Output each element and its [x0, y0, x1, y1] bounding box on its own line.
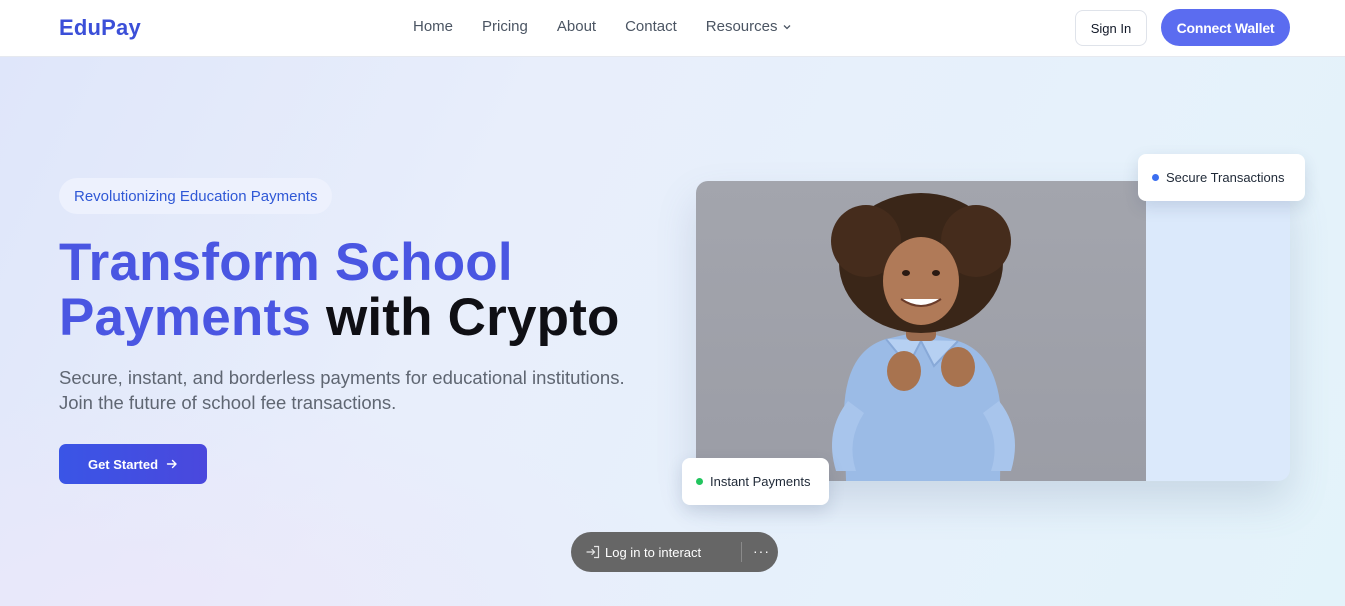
hero-section: Revolutionizing Education Payments Trans…: [0, 57, 1345, 606]
sign-in-button[interactable]: Sign In: [1075, 10, 1147, 46]
login-bar-label: Log in to interact: [605, 544, 702, 560]
secure-transactions-badge: Secure Transactions: [1138, 154, 1305, 201]
nav-link-home[interactable]: Home: [413, 18, 453, 35]
status-dot-icon: [1152, 174, 1159, 181]
hero-headline: Transform School Payments with Crypto: [59, 235, 699, 345]
hero-tag-pill: Revolutionizing Education Payments: [59, 178, 333, 214]
student-illustration: [831, 193, 1015, 481]
get-started-label: Get Started: [87, 456, 159, 472]
nav-link-resources[interactable]: Resources: [706, 18, 793, 35]
logo[interactable]: EduPay: [59, 15, 141, 41]
headline-line-1: Transform School: [59, 233, 513, 292]
hero-subtitle: Secure, instant, and borderless payments…: [59, 367, 625, 413]
nav-link-about[interactable]: About: [557, 18, 596, 35]
headline-line-2: Payments with Crypto: [59, 288, 620, 347]
status-dot-icon: [696, 478, 703, 485]
connect-wallet-button[interactable]: Connect Wallet: [1161, 9, 1290, 46]
nav-link-pricing[interactable]: Pricing: [482, 18, 528, 35]
get-started-button[interactable]: Get Started: [59, 444, 207, 484]
more-options-icon[interactable]: ···: [753, 544, 770, 558]
student-photo: [696, 181, 1146, 481]
divider: [741, 542, 742, 562]
secure-transactions-label: Secure Transactions: [1166, 170, 1285, 185]
arrow-right-icon: [166, 459, 177, 469]
nav-link-resources-label: Resources: [705, 18, 778, 35]
nav-link-contact[interactable]: Contact: [625, 18, 677, 35]
login-to-interact-bar[interactable]: Log in to interact ···: [571, 532, 778, 572]
nav-links: Home Pricing About Contact Resources: [413, 18, 821, 35]
login-icon: [586, 545, 600, 559]
hero-image-card: [696, 181, 1290, 481]
top-navbar: EduPay Home Pricing About Contact Resour…: [0, 0, 1345, 57]
instant-payments-badge: Instant Payments: [682, 458, 829, 505]
chevron-down-icon: [784, 24, 791, 29]
instant-payments-label: Instant Payments: [710, 474, 811, 489]
